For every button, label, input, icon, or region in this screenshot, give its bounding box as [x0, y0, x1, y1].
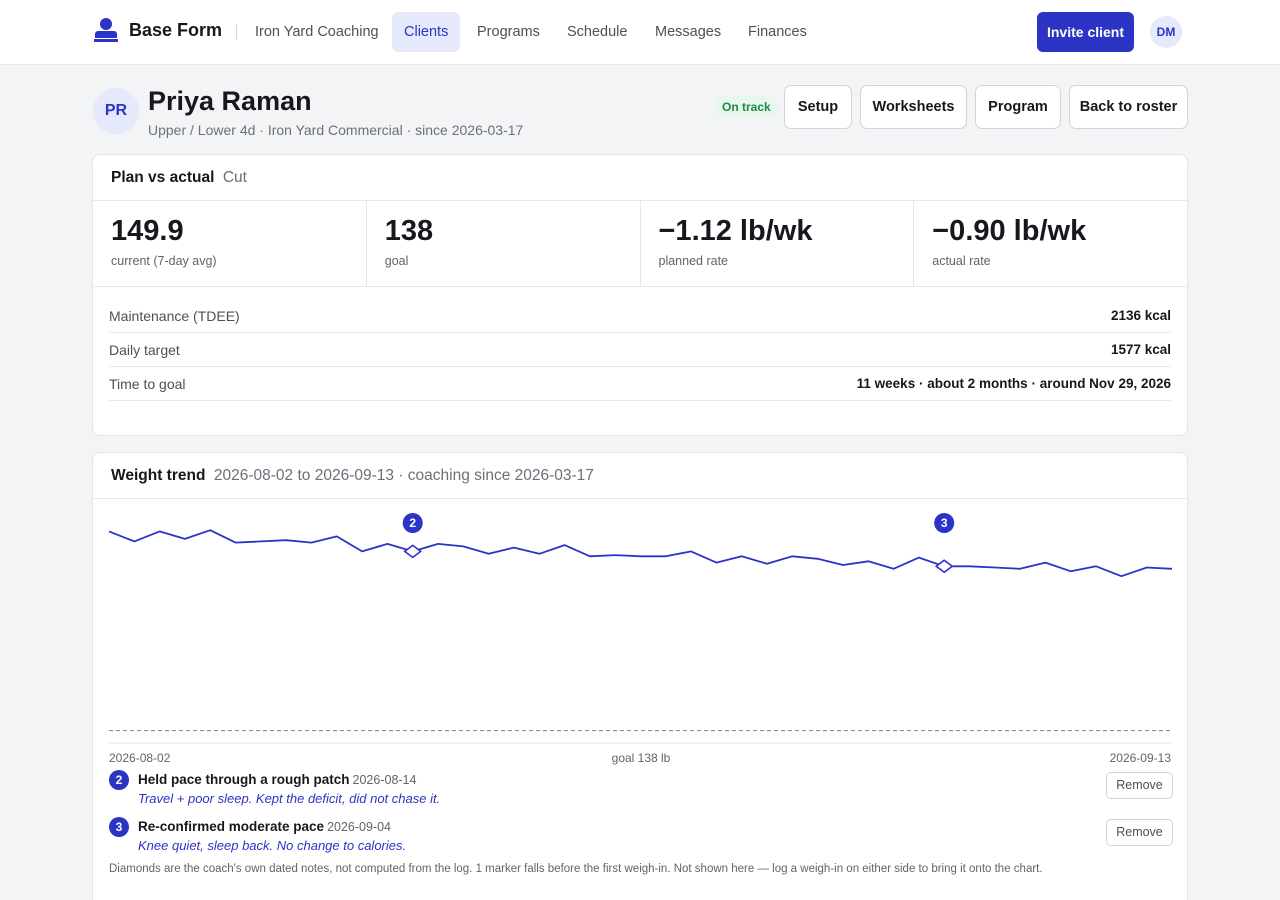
stat-value: −0.90 lb/wk: [932, 215, 1087, 247]
coach-note: 2 Held pace through a rough patch 2026-08…: [109, 770, 1173, 810]
plan-details: Maintenance (TDEE) 2136 kcal Daily targe…: [93, 287, 1187, 401]
detail-value: 11 weeks · about 2 months · around Nov 2…: [856, 376, 1171, 391]
detail-key: Daily target: [109, 342, 180, 358]
nav-divider: [236, 24, 237, 40]
stat-label: current (7-day avg): [111, 254, 217, 268]
back-to-roster-button[interactable]: Back to roster: [1069, 85, 1188, 129]
note-diamond-marker: [934, 559, 954, 574]
brand[interactable]: Base Form: [94, 18, 222, 42]
note-diamond-marker: [403, 544, 423, 559]
detail-row: Daily target 1577 kcal: [109, 333, 1171, 367]
remove-note-button[interactable]: Remove: [1106, 819, 1173, 846]
detail-row: Time to goal 11 weeks · about 2 months ·…: [109, 367, 1171, 401]
note-marker-badge-label: 3: [941, 516, 948, 530]
nav-item-schedule[interactable]: Schedule: [555, 12, 639, 52]
coach-note: 3 Re-confirmed moderate pace 2026-09-04 K…: [109, 817, 1173, 857]
remove-note-button[interactable]: Remove: [1106, 772, 1173, 799]
client-avatar: PR: [93, 88, 139, 134]
stat-actual-rate: −0.90 lb/wk actual rate: [914, 201, 1187, 286]
client-subtitle: Upper / Lower 4d · Iron Yard Commercial …: [148, 122, 524, 138]
status-badge: On track: [714, 96, 779, 118]
client-name: Priya Raman: [148, 86, 312, 116]
trend-title: Weight trend: [111, 467, 206, 484]
stat-label: goal: [384, 254, 409, 268]
brand-logo-icon: [94, 18, 118, 42]
detail-row: Maintenance (TDEE) 2136 kcal: [109, 299, 1171, 333]
note-date: 2026-09-04: [327, 820, 392, 834]
detail-key: Time to goal: [109, 376, 186, 392]
trend-card-header: Weight trend 2026-08-02 to 2026-09-13 · …: [93, 453, 1187, 499]
weight-trend-card: Weight trend 2026-08-02 to 2026-09-13 · …: [92, 452, 1188, 900]
nav-item-finances[interactable]: Finances: [736, 12, 819, 52]
weight-series-line: [108, 529, 1173, 578]
note-date: 2026-08-14: [352, 773, 417, 787]
chart-footnote: Diamonds are the coach's own dated notes…: [109, 863, 1043, 875]
plan-card-header: Plan vs actual Cut: [93, 155, 1187, 201]
note-title-text: Re-confirmed moderate pace: [138, 819, 325, 834]
note-marker-badge-label: 2: [409, 516, 416, 530]
note-title-text: Held pace through a rough patch: [138, 772, 350, 787]
invite-client-button[interactable]: Invite client: [1037, 12, 1134, 52]
plan-card: Plan vs actual Cut 149.9 current (7-day …: [92, 154, 1188, 436]
note-marker-badge: 2: [109, 770, 129, 790]
plan-title: Plan vs actual: [111, 169, 215, 186]
stat-value: 149.9: [111, 215, 184, 247]
stat-label: planned rate: [658, 254, 729, 268]
detail-value: 1577 kcal: [1110, 342, 1171, 357]
stat-value: −1.12 lb/wk: [658, 215, 813, 247]
stat-planned-rate: −1.12 lb/wk planned rate: [641, 201, 915, 286]
stat-label: actual rate: [932, 254, 991, 268]
plan-stats: 149.9 current (7-day avg) 138 goal −1.12…: [93, 201, 1187, 287]
program-button[interactable]: Program: [975, 85, 1061, 129]
worksheets-button[interactable]: Worksheets: [860, 85, 967, 129]
note-title: Re-confirmed moderate pace 2026-09-04: [138, 819, 391, 834]
nav-item-messages[interactable]: Messages: [643, 12, 733, 52]
setup-button[interactable]: Setup: [784, 85, 852, 129]
note-title: Held pace through a rough patch 2026-08-1…: [138, 772, 416, 787]
trend-subtitle: 2026-08-02 to 2026-09-13 · coaching sinc…: [213, 467, 594, 484]
plan-phase: Cut: [222, 169, 247, 186]
stat-goal: 138 goal: [367, 201, 641, 286]
brand-name: Base Form: [129, 19, 223, 40]
x-axis-end-label: 2026-09-13: [1109, 751, 1171, 765]
weight-trend-chart: 23: [108, 513, 1173, 744]
goal-axis-label: goal 138 lb: [611, 751, 671, 765]
note-body: Travel + poor sleep. Kept the deficit, d…: [138, 791, 441, 806]
user-avatar[interactable]: DM: [1150, 16, 1182, 48]
stat-value: 138: [384, 215, 434, 247]
nav-item-clients[interactable]: Clients: [392, 12, 461, 52]
stat-current: 149.9 current (7-day avg): [93, 201, 367, 286]
detail-key: Maintenance (TDEE): [109, 308, 240, 324]
detail-value: 2136 kcal: [1110, 308, 1171, 323]
org-name[interactable]: Iron Yard Coaching: [243, 12, 391, 52]
note-body: Knee quiet, sleep back. No change to cal…: [138, 838, 407, 853]
note-marker-badge: 3: [109, 817, 129, 837]
nav-item-programs[interactable]: Programs: [465, 12, 552, 52]
top-nav: Base Form Iron Yard Coaching Clients Pro…: [0, 0, 1280, 65]
